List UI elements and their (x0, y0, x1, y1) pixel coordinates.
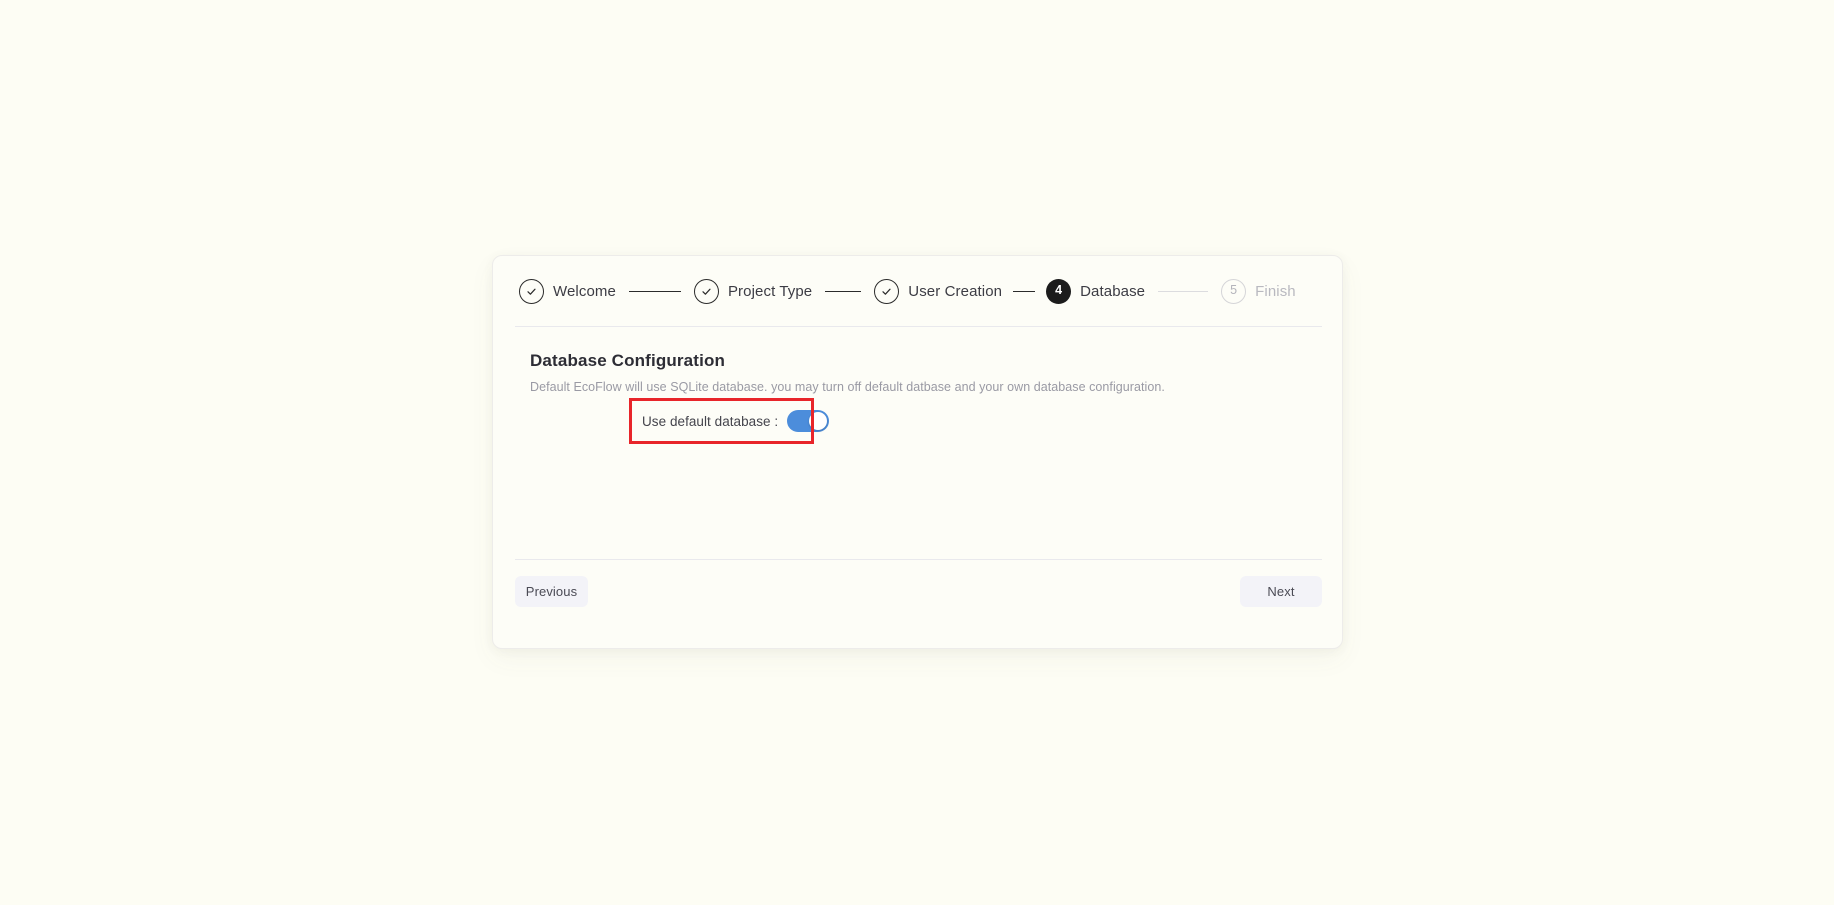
page-title: Database Configuration (530, 351, 726, 370)
step-user-creation-label: User Creation (908, 282, 1003, 300)
default-database-row[interactable]: Use default database : (631, 400, 840, 442)
step-connector-4 (1158, 290, 1209, 292)
step-project-type-label: Project Type (727, 282, 813, 300)
step-welcome[interactable]: Welcome (519, 278, 616, 304)
step-finish-label: Finish (1255, 282, 1296, 300)
step-connector-1 (628, 290, 681, 292)
default-database-toggle[interactable] (787, 410, 830, 432)
step-finish[interactable]: 5 Finish (1221, 278, 1296, 304)
check-icon (700, 285, 713, 298)
step-connector-2 (825, 290, 862, 292)
step-database[interactable]: 4 Database (1046, 278, 1146, 304)
step-welcome-label: Welcome (553, 282, 616, 300)
wizard-stepper: Welcome Project Type User Creation 4 Dat… (519, 256, 1318, 326)
next-button[interactable]: Next (1240, 576, 1322, 607)
stepper-divider (515, 326, 1322, 327)
step-project-type-circle (693, 278, 719, 304)
step-database-circle: 4 (1046, 278, 1072, 304)
toggle-knob (809, 412, 828, 430)
check-icon (880, 285, 893, 298)
section-subtitle: Default EcoFlow will use SQLite database… (530, 380, 1165, 394)
default-database-label: Use default database : (642, 413, 779, 429)
step-user-creation-circle (874, 278, 900, 304)
step-database-label: Database (1080, 282, 1146, 300)
previous-button[interactable]: Previous (515, 576, 588, 607)
step-finish-number: 5 (1230, 283, 1238, 298)
step-welcome-circle (519, 278, 544, 304)
footer-divider (515, 559, 1322, 560)
step-project-type[interactable]: Project Type (693, 278, 813, 304)
step-user-creation[interactable]: User Creation (874, 278, 1003, 304)
step-database-number: 4 (1055, 283, 1063, 298)
step-finish-circle: 5 (1221, 278, 1247, 304)
step-connector-3 (1013, 290, 1036, 292)
setup-wizard-card: Welcome Project Type User Creation 4 Dat… (492, 255, 1343, 649)
check-icon (525, 285, 538, 298)
